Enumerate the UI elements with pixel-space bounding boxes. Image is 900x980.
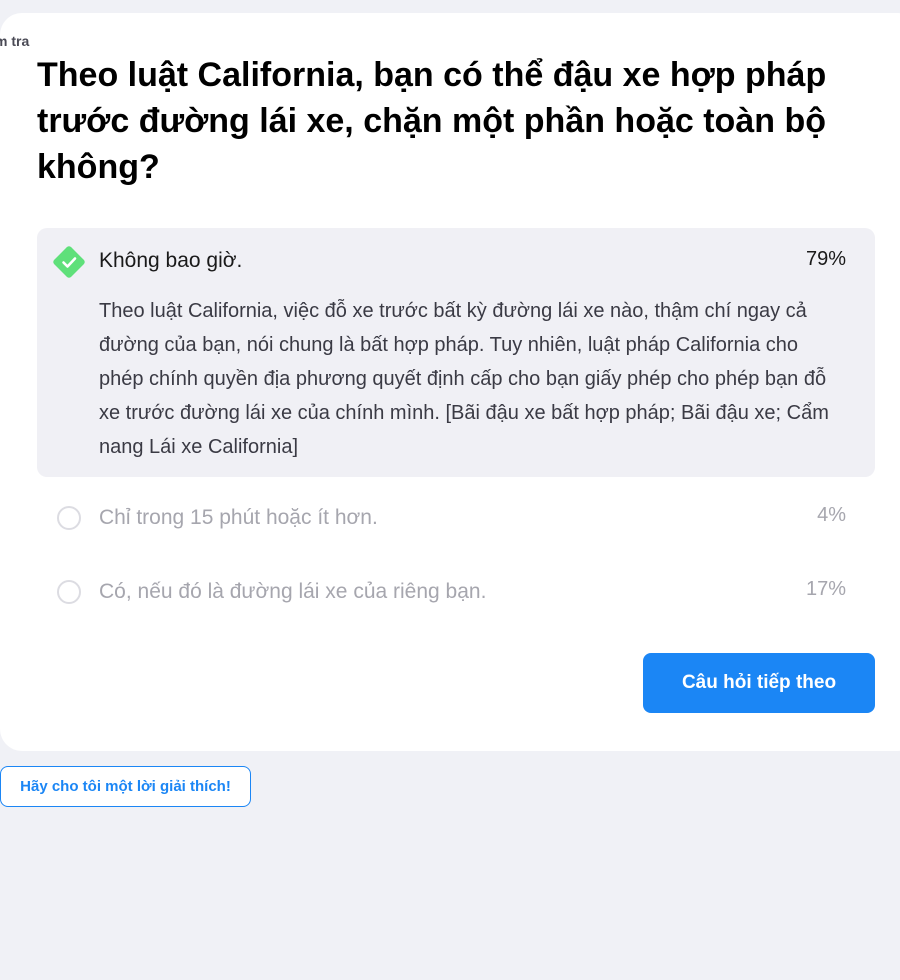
answer-label: Có, nếu đó là đường lái xe của riêng bạn… bbox=[99, 580, 487, 603]
answer-label: Chỉ trong 15 phút hoặc ít hơn. bbox=[99, 506, 378, 529]
radio-circle-icon[interactable] bbox=[57, 506, 81, 530]
question-title: Theo luật California, bạn có thể đậu xe … bbox=[37, 56, 827, 186]
answer-option-3[interactable]: Có, nếu đó là đường lái xe của riêng bạn… bbox=[37, 578, 875, 610]
answer-percent: 79% bbox=[805, 248, 846, 270]
answer-option-2[interactable]: Chỉ trong 15 phút hoặc ít hơn. 4% bbox=[37, 504, 875, 536]
check-icon bbox=[62, 257, 77, 268]
answer-explanation: Theo luật California, việc đỗ xe trước b… bbox=[99, 300, 829, 458]
answer-percent: 4% bbox=[817, 504, 846, 526]
answer-label: Không bao giờ. bbox=[99, 249, 243, 272]
answer-percent: 17% bbox=[805, 578, 846, 600]
explain-button[interactable]: Hãy cho tôi một lời giải thích! bbox=[0, 766, 251, 807]
next-question-button[interactable]: Câu hỏi tiếp theo bbox=[643, 653, 875, 713]
breadcrumb: m tra bbox=[0, 33, 30, 49]
radio-circle-icon[interactable] bbox=[57, 580, 81, 604]
answer-option-1[interactable]: Không bao giờ. 79% Theo luật California,… bbox=[37, 228, 875, 477]
